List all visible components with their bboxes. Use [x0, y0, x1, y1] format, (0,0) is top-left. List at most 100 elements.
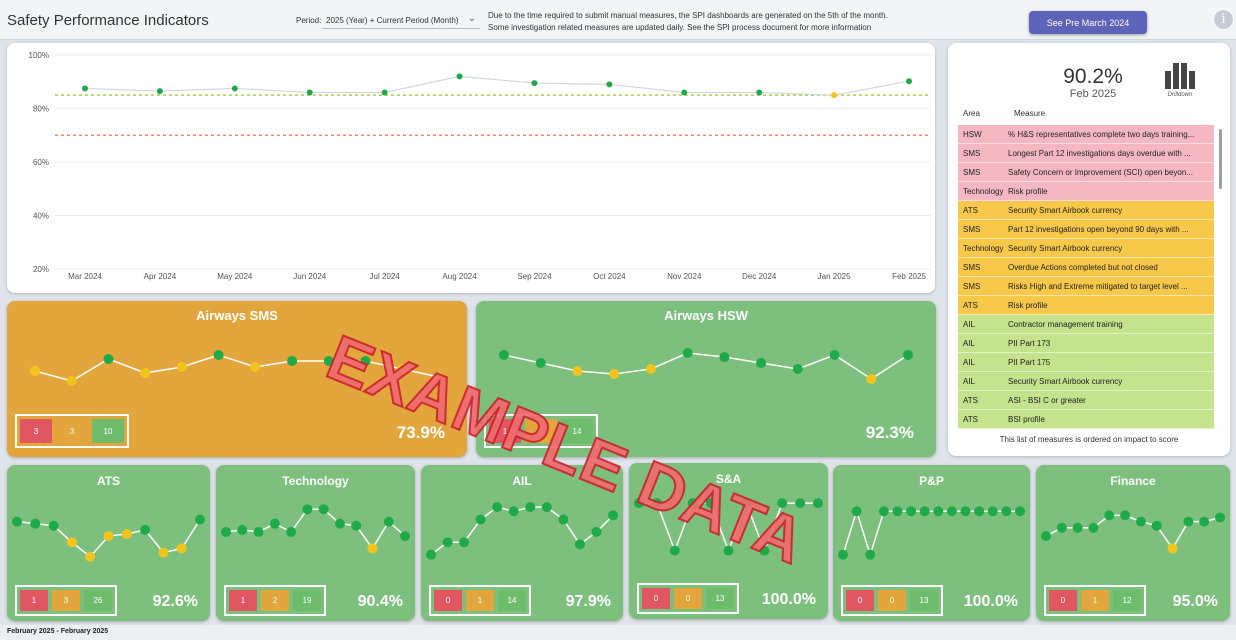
- sparkline-point[interactable]: [541, 502, 552, 513]
- sparkline-point[interactable]: [574, 539, 585, 550]
- table-row[interactable]: SMS Longest Part 12 investigations days o…: [958, 144, 1214, 163]
- sparkline-point[interactable]: [459, 537, 470, 548]
- data-point[interactable]: [306, 89, 313, 96]
- sparkline-point[interactable]: [535, 358, 546, 368]
- sparkline-point[interactable]: [426, 549, 436, 560]
- sparkline-point[interactable]: [1041, 531, 1051, 542]
- table-row[interactable]: AIL PII Part 173: [958, 334, 1214, 353]
- sparkline-point[interactable]: [442, 537, 453, 548]
- table-row[interactable]: ATS ASI - BSI C or greater: [958, 391, 1214, 410]
- sparkline-point[interactable]: [334, 518, 345, 529]
- sparkline-point[interactable]: [719, 352, 730, 362]
- sparkline-point[interactable]: [1056, 522, 1067, 533]
- sparkline-point[interactable]: [30, 518, 41, 529]
- sparkline-point[interactable]: [906, 506, 917, 517]
- sparkline-point[interactable]: [892, 506, 903, 517]
- sparkline-point[interactable]: [66, 376, 77, 386]
- sparkline-point[interactable]: [492, 502, 503, 513]
- see-pre-march-button[interactable]: See Pre March 2024: [1029, 11, 1147, 34]
- data-point[interactable]: [381, 89, 388, 96]
- sparkline-point[interactable]: [974, 506, 985, 517]
- sparkline-point[interactable]: [121, 529, 132, 539]
- sparkline-point[interactable]: [383, 516, 394, 527]
- data-point[interactable]: [531, 80, 538, 87]
- panel-ats[interactable]: ATS 1 3 26 92.6%: [7, 465, 210, 621]
- sparkline-point[interactable]: [85, 551, 96, 562]
- sparkline-point[interactable]: [318, 504, 329, 515]
- sparkline-point[interactable]: [682, 348, 693, 358]
- sparkline-point[interactable]: [591, 526, 602, 537]
- sparkline-point[interactable]: [66, 537, 77, 548]
- data-point[interactable]: [906, 78, 912, 85]
- sparkline-point[interactable]: [987, 506, 998, 517]
- sparkline-point[interactable]: [499, 350, 509, 360]
- sparkline-point[interactable]: [903, 350, 913, 360]
- sparkline-point[interactable]: [608, 510, 618, 521]
- table-row[interactable]: HSW % H&S representatives complete two da…: [958, 125, 1214, 144]
- sparkline-point[interactable]: [237, 524, 248, 535]
- sparkline-point[interactable]: [367, 543, 378, 554]
- data-point[interactable]: [82, 85, 88, 92]
- sparkline-point[interactable]: [1167, 543, 1178, 554]
- sparkline-point[interactable]: [103, 531, 114, 542]
- panel-fin[interactable]: Finance 0 1 12 95.0%: [1036, 465, 1230, 621]
- sparkline-point[interactable]: [866, 374, 877, 384]
- sparkline-point[interactable]: [1120, 510, 1131, 521]
- sparkline-point[interactable]: [669, 545, 680, 556]
- table-row[interactable]: SMS Safety Concern or Improvement (SCI) o…: [958, 163, 1214, 182]
- sparkline-point[interactable]: [253, 526, 264, 537]
- sparkline-point[interactable]: [400, 531, 410, 542]
- drilldown-button[interactable]: Drilldown: [1160, 59, 1200, 99]
- sparkline-point[interactable]: [140, 368, 151, 378]
- sparkline-point[interactable]: [140, 524, 151, 535]
- sparkline-point[interactable]: [792, 364, 803, 374]
- sparkline-point[interactable]: [287, 356, 298, 366]
- sparkline-point[interactable]: [195, 514, 205, 525]
- table-scrollbar[interactable]: [1219, 129, 1222, 189]
- sparkline-point[interactable]: [351, 520, 362, 531]
- sparkline-point[interactable]: [103, 354, 114, 364]
- sparkline-point[interactable]: [158, 547, 169, 558]
- sparkline-point[interactable]: [933, 506, 944, 517]
- sparkline-point[interactable]: [525, 502, 536, 513]
- sparkline-point[interactable]: [48, 520, 59, 531]
- table-row[interactable]: SMS Part 12 investigations open beyond 90…: [958, 220, 1214, 239]
- sparkline-point[interactable]: [1072, 522, 1083, 533]
- sparkline-point[interactable]: [1088, 522, 1099, 533]
- sparkline-point[interactable]: [176, 362, 187, 372]
- sparkline-point[interactable]: [250, 362, 261, 372]
- data-point[interactable]: [831, 92, 838, 99]
- table-row[interactable]: AIL Contractor management training: [958, 315, 1214, 334]
- data-point[interactable]: [756, 89, 763, 96]
- sparkline-point[interactable]: [813, 498, 823, 509]
- info-icon[interactable]: i: [1213, 9, 1234, 30]
- sparkline-point[interactable]: [1104, 510, 1115, 521]
- sparkline-point[interactable]: [865, 549, 876, 560]
- sparkline-point[interactable]: [176, 543, 187, 554]
- sparkline-point[interactable]: [878, 506, 889, 517]
- sparkline-point[interactable]: [1015, 506, 1025, 517]
- sparkline-point[interactable]: [1215, 512, 1225, 523]
- table-row[interactable]: AIL PII Part 175: [958, 353, 1214, 372]
- data-point[interactable]: [681, 89, 688, 96]
- sparkline-point[interactable]: [851, 506, 862, 517]
- data-point[interactable]: [231, 85, 238, 92]
- sparkline-point[interactable]: [609, 369, 620, 379]
- sparkline-point[interactable]: [475, 514, 486, 525]
- sparkline-point[interactable]: [1199, 516, 1210, 527]
- sparkline-point[interactable]: [213, 350, 224, 360]
- sparkline-point[interactable]: [756, 358, 767, 368]
- sparkline-point[interactable]: [838, 549, 848, 560]
- sparkline-point[interactable]: [30, 366, 40, 376]
- period-dropdown[interactable]: 2025 (Year) + Current Period (Month) ⌄: [322, 11, 480, 29]
- sparkline-point[interactable]: [946, 506, 957, 517]
- sparkline-point[interactable]: [645, 364, 656, 374]
- sparkline-point[interactable]: [1001, 506, 1012, 517]
- table-row[interactable]: SMS Overdue Actions completed but not clo…: [958, 258, 1214, 277]
- data-point[interactable]: [606, 81, 613, 88]
- sparkline-point[interactable]: [302, 504, 313, 515]
- sparkline-point[interactable]: [829, 350, 840, 360]
- data-point[interactable]: [156, 88, 163, 95]
- sparkline-point[interactable]: [12, 516, 22, 527]
- panel-tech[interactable]: Technology 1 2 19 90.4%: [216, 465, 415, 621]
